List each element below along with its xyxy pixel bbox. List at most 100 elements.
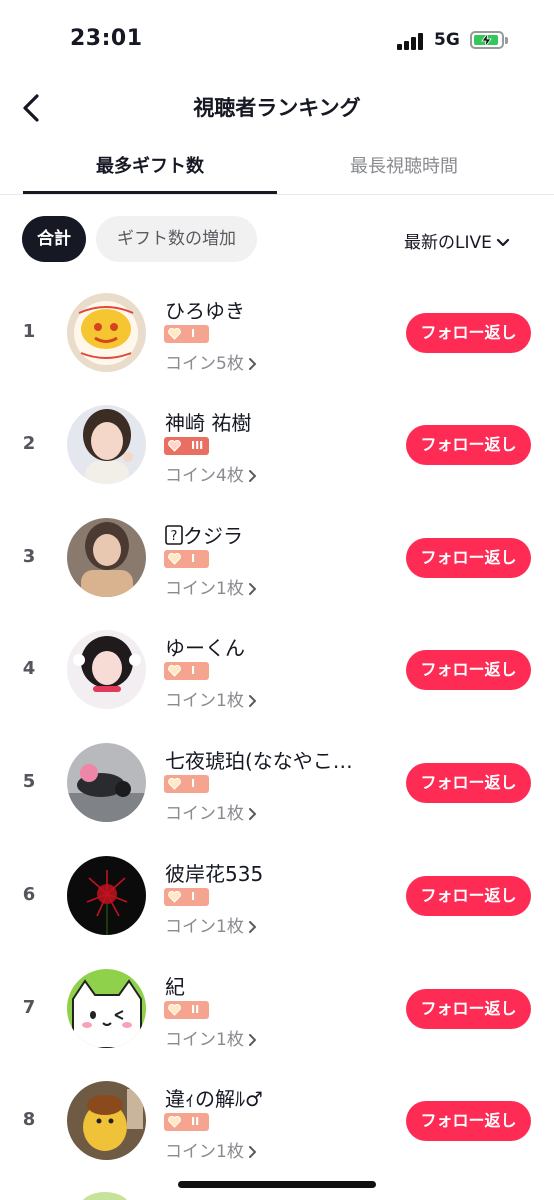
viewer-name: 彼岸花535 [165,862,264,886]
tab-longest-watch-time[interactable]: 最長視聴時間 [277,152,531,178]
follow-back-button[interactable]: フォロー返し [406,989,531,1029]
coin-count-link[interactable]: コイン1枚 [165,1025,257,1050]
chevron-right-icon [248,1034,256,1046]
coin-count: コイン5枚 [165,354,244,374]
network-type: 5G [434,30,460,50]
gifter-level-text: I [191,777,196,790]
avatar[interactable] [67,856,146,935]
heart-icon [168,553,181,565]
rank-number: 7 [22,997,36,1018]
follow-back-button[interactable]: フォロー返し [406,650,531,690]
gifter-level-text: I [191,890,196,903]
chevron-right-icon [248,695,256,707]
chevron-right-icon [248,470,256,482]
follow-back-button[interactable]: フォロー返し [406,425,531,465]
gifter-level-badge: I [164,325,209,343]
list-item[interactable]: 3 ? クジラ I コイン1枚 フォロー返し [0,501,554,613]
list-item[interactable]: 7 紀 II コイン1枚 フォロー返し [0,952,554,1064]
avatar[interactable] [67,969,146,1048]
viewer-name: 七夜琥珀(ななやこ… [165,749,353,773]
coin-count-link[interactable]: コイン1枚 [165,686,257,711]
coin-count: コイン1枚 [165,1142,244,1162]
coin-count-link[interactable]: コイン1枚 [165,1137,257,1162]
coin-count: コイン1枚 [165,804,244,824]
chevron-right-icon [248,1146,256,1158]
filter-chip-total[interactable]: 合計 [22,216,86,262]
rank-number: 4 [22,658,36,679]
active-tab-indicator [23,191,277,194]
tab-bar: 最多ギフト数 最長視聴時間 [0,140,554,195]
filter-chip-gift-increase[interactable]: ギフト数の増加 [96,216,257,262]
home-indicator[interactable] [178,1181,376,1188]
avatar[interactable] [67,518,146,597]
coin-count-link[interactable]: コイン1枚 [165,799,257,824]
follow-back-button[interactable]: フォロー返し [406,1101,531,1141]
coin-count-link[interactable]: コイン1枚 [165,574,257,599]
list-item[interactable]: 5 七夜琥珀(ななやこ… I コイン1枚 フォロー返し [0,726,554,838]
chevron-right-icon [248,808,256,820]
coin-count: コイン1枚 [165,917,244,937]
follow-back-button[interactable]: フォロー返し [406,876,531,916]
viewer-name: ひろゆき [165,299,245,323]
svg-text:?: ? [171,529,178,544]
live-selector-dropdown[interactable]: 最新のLIVE [404,228,510,253]
viewer-name: 違ｨの解ﾙ♂ [165,1087,263,1111]
avatar[interactable] [67,1081,146,1160]
gifter-level-text: III [191,439,204,452]
coin-count-link[interactable]: コイン1枚 [165,912,257,937]
viewer-name: 神崎 祐樹 [165,411,252,435]
follow-back-button[interactable]: フォロー返し [406,538,531,578]
rank-number: 8 [22,1109,36,1130]
viewer-name-text: クジラ [183,524,243,548]
gifter-level-text: I [191,327,196,340]
rank-number: 1 [22,321,36,342]
coin-count-link[interactable]: コイン5枚 [165,349,257,374]
coin-count-link[interactable]: コイン4枚 [165,461,257,486]
page-title: 視聴者ランキング [193,96,361,120]
chevron-right-icon [248,921,256,933]
list-item[interactable]: 6 彼岸花535 I コイン1枚 フォロー返し [0,839,554,951]
heart-icon [168,778,181,790]
chevron-right-icon [248,358,256,370]
list-item[interactable]: 2 神崎 祐樹 III コイン4枚 フォロー返し [0,388,554,500]
chevron-down-icon [496,238,509,247]
status-time: 23:01 [70,26,143,51]
avatar[interactable] [67,405,146,484]
list-item[interactable]: 8 違ｨの解ﾙ♂ II コイン1枚 フォロー返し [0,1064,554,1176]
gifter-level-badge: I [164,550,209,568]
status-bar: 23:01 5G [0,0,554,80]
coin-count: コイン1枚 [165,1030,244,1050]
heart-icon [168,665,181,677]
heart-icon [168,891,181,903]
avatar[interactable] [67,630,146,709]
gifter-level-text: II [191,1003,200,1016]
heart-icon [168,440,181,452]
avatar [80,1192,130,1200]
rank-number: 3 [22,546,36,567]
follow-back-button[interactable]: フォロー返し [406,763,531,803]
rank-number: 5 [22,771,36,792]
rank-number: 6 [22,884,36,905]
avatar[interactable] [67,743,146,822]
gifter-level-text: I [191,552,196,565]
coin-count: コイン1枚 [165,691,244,711]
gifter-level-badge: I [164,662,209,680]
gifter-level-badge: III [164,437,209,455]
viewer-name: 紀 [165,975,185,999]
gifter-level-badge: II [164,1113,209,1131]
cellular-signal-icon [397,32,427,50]
rank-number: 2 [22,433,36,454]
viewer-name: ? クジラ [165,520,243,549]
avatar[interactable] [67,293,146,372]
list-item[interactable]: 1 ひろゆき I コイン5枚 フォロー返し [0,276,554,388]
coin-count: コイン1枚 [165,579,244,599]
heart-icon [168,328,181,340]
follow-back-button[interactable]: フォロー返し [406,313,531,353]
viewer-name: ゆーくん [165,636,245,660]
live-selector-label: 最新のLIVE [404,233,492,253]
list-item[interactable]: 4 ゆーくん I コイン1枚 フォロー返し [0,613,554,725]
gifter-level-badge: I [164,775,209,793]
tab-most-gifts[interactable]: 最多ギフト数 [23,152,277,178]
navigation-bar: 視聴者ランキング [0,80,554,136]
gifter-level-badge: I [164,888,209,906]
